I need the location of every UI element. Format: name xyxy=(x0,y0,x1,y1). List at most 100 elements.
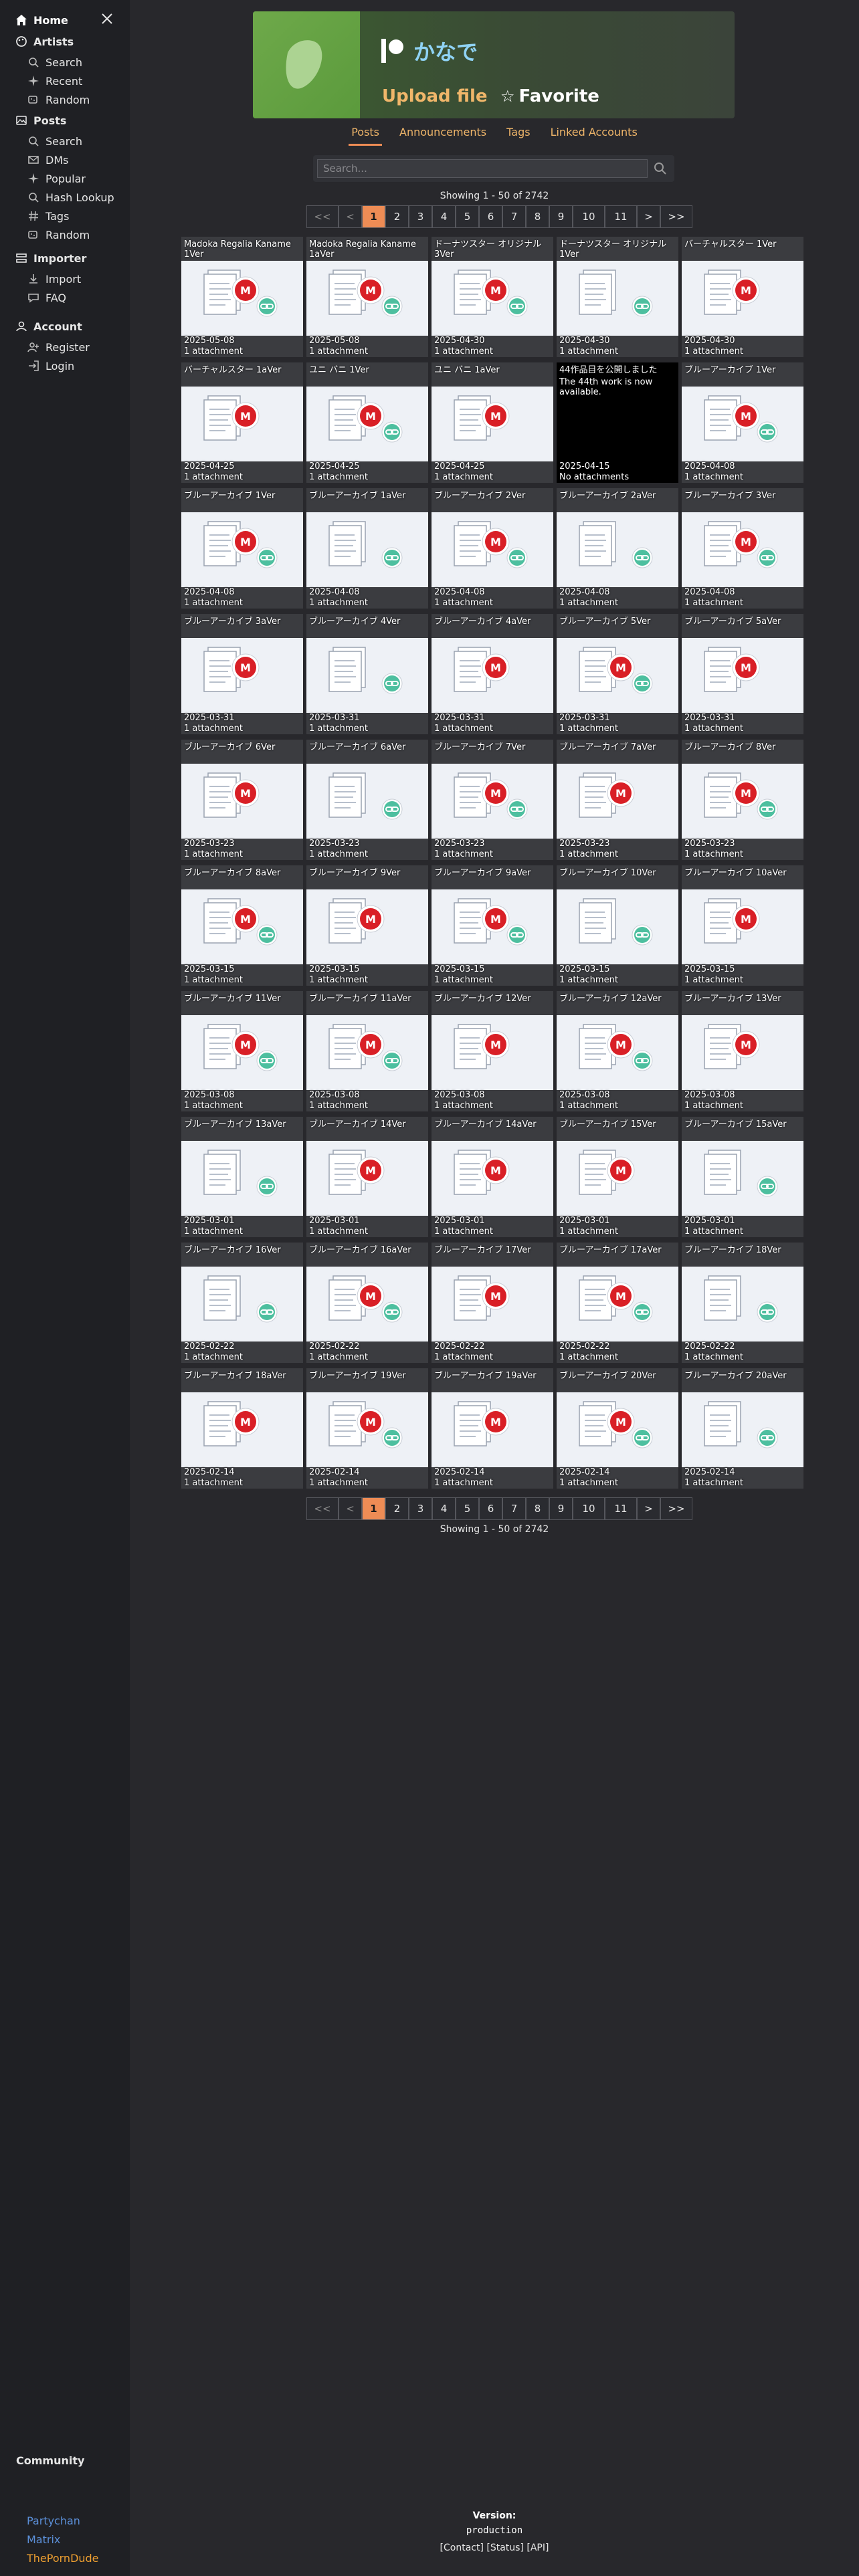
page-button[interactable]: 9 xyxy=(549,205,573,228)
post-card[interactable]: M ブルーアーカイブ 6Ver 2025-03-23 1 attachment xyxy=(181,740,303,860)
page-button[interactable]: > xyxy=(637,1497,660,1520)
sidebar-item-posts-hash-lookup[interactable]: Hash Lookup xyxy=(27,190,114,205)
post-card[interactable]: M ブルーアーカイブ 11Ver 2025-03-08 1 attachment xyxy=(181,991,303,1111)
post-card[interactable]: M ブルーアーカイブ 3Ver 2025-04-08 1 attachment xyxy=(682,488,803,609)
post-card[interactable]: M ブルーアーカイブ 9aVer 2025-03-15 1 attachment xyxy=(432,865,553,986)
community-link-theporndude[interactable]: ThePornDude xyxy=(27,2552,99,2565)
post-card[interactable]: ブルーアーカイブ 18Ver 2025-02-22 1 attachment xyxy=(682,1243,803,1363)
page-button[interactable]: 10 xyxy=(573,205,605,228)
post-card[interactable]: M ブルーアーカイブ 16aVer 2025-02-22 1 attachment xyxy=(306,1243,428,1363)
page-button[interactable]: 1 xyxy=(362,205,385,228)
page-button[interactable]: 3 xyxy=(409,1497,432,1520)
post-card[interactable]: M ブルーアーカイブ 9Ver 2025-03-15 1 attachment xyxy=(306,865,428,986)
post-card[interactable]: M ブルーアーカイブ 7aVer 2025-03-23 1 attachment xyxy=(557,740,678,860)
community-link-partychan[interactable]: Partychan xyxy=(27,2514,80,2527)
post-card[interactable]: ブルーアーカイブ 20aVer 2025-02-14 1 attachment xyxy=(682,1368,803,1489)
artist-name[interactable]: かなで xyxy=(413,35,478,66)
page-button[interactable]: < xyxy=(339,205,362,228)
page-button[interactable]: 7 xyxy=(502,1497,526,1520)
page-button[interactable]: 3 xyxy=(409,205,432,228)
post-card[interactable]: M ブルーアーカイブ 3aVer 2025-03-31 1 attachment xyxy=(181,614,303,734)
sidebar-item-posts-dms[interactable]: DMs xyxy=(27,152,68,167)
sidebar-item-account-login[interactable]: Login xyxy=(27,358,74,373)
sidebar-item-account-register[interactable]: Register xyxy=(27,340,90,354)
post-card[interactable]: M ブルーアーカイブ 8aVer 2025-03-15 1 attachment xyxy=(181,865,303,986)
post-card[interactable]: M ブルーアーカイブ 15Ver 2025-03-01 1 attachment xyxy=(557,1117,678,1237)
tab-tags[interactable]: Tags xyxy=(504,126,533,146)
page-button[interactable]: >> xyxy=(660,205,692,228)
api-link[interactable]: [API] xyxy=(527,2543,549,2553)
post-card[interactable]: M ブルーアーカイブ 8Ver 2025-03-23 1 attachment xyxy=(682,740,803,860)
page-button[interactable]: 8 xyxy=(526,205,549,228)
page-button[interactable]: 6 xyxy=(479,1497,502,1520)
page-button[interactable]: << xyxy=(306,1497,339,1520)
tab-announcements[interactable]: Announcements xyxy=(397,126,489,146)
post-card[interactable]: M ユニ バニ 1Ver 2025-04-25 1 attachment xyxy=(306,362,428,483)
sidebar-item-posts-random[interactable]: Random xyxy=(27,227,90,242)
post-card[interactable]: ブルーアーカイブ 16Ver 2025-02-22 1 attachment xyxy=(181,1243,303,1363)
post-card[interactable]: M ブルーアーカイブ 4aVer 2025-03-31 1 attachment xyxy=(432,614,553,734)
post-card[interactable]: M Madoka Regalia Kaname 1aVer 2025-05-08 1 … xyxy=(306,237,428,357)
post-card[interactable]: M ブルーアーカイブ 19Ver 2025-02-14 1 attachment xyxy=(306,1368,428,1489)
post-card[interactable]: M ブルーアーカイブ 19aVer 2025-02-14 1 attachment xyxy=(432,1368,553,1489)
tab-posts[interactable]: Posts xyxy=(349,126,383,146)
post-card[interactable]: M ブルーアーカイブ 17Ver 2025-02-22 1 attachment xyxy=(432,1243,553,1363)
page-button[interactable]: > xyxy=(637,205,660,228)
page-button[interactable]: >> xyxy=(660,1497,692,1520)
page-button[interactable]: 8 xyxy=(526,1497,549,1520)
page-button[interactable]: << xyxy=(306,205,339,228)
sidebar-item-importer-import[interactable]: Import xyxy=(27,272,81,286)
favorite-button[interactable]: ☆ Favorite xyxy=(500,86,599,106)
post-card[interactable]: M バーチャルスター 1aVer 2025-04-25 1 attachment xyxy=(181,362,303,483)
page-button[interactable]: 5 xyxy=(456,1497,479,1520)
post-card[interactable]: M ブルーアーカイブ 5aVer 2025-03-31 1 attachment xyxy=(682,614,803,734)
post-card[interactable]: ブルーアーカイブ 1aVer 2025-04-08 1 attachment xyxy=(306,488,428,609)
post-card[interactable]: 44作品目を公開しました The 44th work is now availab… xyxy=(557,362,678,483)
post-card[interactable]: ブルーアーカイブ 10Ver 2025-03-15 1 attachment xyxy=(557,865,678,986)
post-card[interactable]: ブルーアーカイブ 6aVer 2025-03-23 1 attachment xyxy=(306,740,428,860)
page-button[interactable]: 9 xyxy=(549,1497,573,1520)
status-link[interactable]: [Status] xyxy=(486,2543,524,2553)
post-card[interactable]: M ブルーアーカイブ 17aVer 2025-02-22 1 attachment xyxy=(557,1243,678,1363)
post-card[interactable]: M ブルーアーカイブ 1Ver 2025-04-08 1 attachment xyxy=(181,488,303,609)
sidebar-item-artists-recent[interactable]: Recent xyxy=(27,74,82,88)
page-button[interactable]: 1 xyxy=(362,1497,385,1520)
search-input[interactable] xyxy=(317,159,648,178)
post-card[interactable]: M ブルーアーカイブ 5Ver 2025-03-31 1 attachment xyxy=(557,614,678,734)
post-card[interactable]: ドーナツスター オリジナル 1Ver 2025-04-30 1 attachment xyxy=(557,237,678,357)
tab-linked-accounts[interactable]: Linked Accounts xyxy=(548,126,640,146)
page-button[interactable]: < xyxy=(339,1497,362,1520)
post-card[interactable]: M ブルーアーカイブ 14aVer 2025-03-01 1 attachment xyxy=(432,1117,553,1237)
sidebar-item-posts-popular[interactable]: Popular xyxy=(27,171,86,186)
post-card[interactable]: ブルーアーカイブ 15aVer 2025-03-01 1 attachment xyxy=(682,1117,803,1237)
sidebar-item-artists-random[interactable]: Random xyxy=(27,92,90,107)
post-card[interactable]: M ユニ バニ 1aVer 2025-04-25 1 attachment xyxy=(432,362,553,483)
sidebar-item-posts-tags[interactable]: Tags xyxy=(27,209,69,223)
post-card[interactable]: M ブルーアーカイブ 12aVer 2025-03-08 1 attachment xyxy=(557,991,678,1111)
post-card[interactable]: M ブルーアーカイブ 2Ver 2025-04-08 1 attachment xyxy=(432,488,553,609)
page-button[interactable]: 11 xyxy=(605,205,637,228)
post-card[interactable]: ブルーアーカイブ 13aVer 2025-03-01 1 attachment xyxy=(181,1117,303,1237)
post-card[interactable]: M ブルーアーカイブ 10aVer 2025-03-15 1 attachment xyxy=(682,865,803,986)
post-card[interactable]: M バーチャルスター 1Ver 2025-04-30 1 attachment xyxy=(682,237,803,357)
page-button[interactable]: 5 xyxy=(456,205,479,228)
post-card[interactable]: M ブルーアーカイブ 14Ver 2025-03-01 1 attachment xyxy=(306,1117,428,1237)
page-button[interactable]: 2 xyxy=(385,1497,409,1520)
post-card[interactable]: ブルーアーカイブ 2aVer 2025-04-08 1 attachment xyxy=(557,488,678,609)
post-card[interactable]: M ブルーアーカイブ 7Ver 2025-03-23 1 attachment xyxy=(432,740,553,860)
page-button[interactable]: 6 xyxy=(479,205,502,228)
page-button[interactable]: 4 xyxy=(432,205,456,228)
page-button[interactable]: 7 xyxy=(502,205,526,228)
close-icon[interactable] xyxy=(99,11,115,27)
sidebar-item-importer-faq[interactable]: FAQ xyxy=(27,290,66,305)
page-button[interactable]: 2 xyxy=(385,205,409,228)
post-card[interactable]: M ブルーアーカイブ 20Ver 2025-02-14 1 attachment xyxy=(557,1368,678,1489)
search-icon[interactable] xyxy=(652,160,669,177)
page-button[interactable]: 4 xyxy=(432,1497,456,1520)
community-link-matrix[interactable]: Matrix xyxy=(27,2533,60,2546)
artist-avatar[interactable] xyxy=(253,11,360,118)
post-card[interactable]: M ブルーアーカイブ 11aVer 2025-03-08 1 attachment xyxy=(306,991,428,1111)
post-card[interactable]: M ブルーアーカイブ 18aVer 2025-02-14 1 attachment xyxy=(181,1368,303,1489)
post-card[interactable]: M ブルーアーカイブ 1Ver 2025-04-08 1 attachment xyxy=(682,362,803,483)
upload-file-button[interactable]: Upload file xyxy=(382,86,488,106)
